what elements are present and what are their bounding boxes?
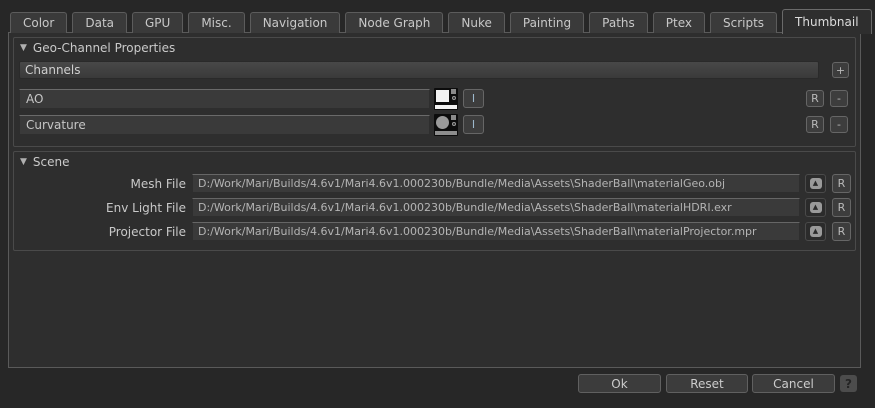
tab-painting[interactable]: Painting xyxy=(510,12,584,33)
tab-navigation[interactable]: Navigation xyxy=(250,12,341,33)
group-title: Geo-Channel Properties xyxy=(33,41,175,55)
group-geo-channel-properties: ▼ Geo-Channel Properties Channels + I R … xyxy=(13,37,856,147)
env-light-file-label: Env Light File xyxy=(14,201,186,215)
group-title: Scene xyxy=(33,155,70,169)
up-arrow-icon: ▲ xyxy=(813,204,818,211)
projector-file-input[interactable] xyxy=(192,222,800,241)
remove-channel-button[interactable]: - xyxy=(830,116,848,133)
channels-header-bar: Channels xyxy=(19,61,819,79)
up-arrow-icon: ▲ xyxy=(813,180,818,187)
color-swatch-button[interactable] xyxy=(434,88,458,110)
thumbnail-tab-pane: ▼ Geo-Channel Properties Channels + I R … xyxy=(8,32,861,368)
tab-misc[interactable]: Misc. xyxy=(188,12,244,33)
ok-button[interactable]: Ok xyxy=(578,374,661,393)
color-swatch-icon xyxy=(436,90,449,102)
tab-nuke[interactable]: Nuke xyxy=(448,12,505,33)
swatch-underline xyxy=(435,131,457,135)
tab-data[interactable]: Data xyxy=(72,12,127,33)
projector-file-label: Projector File xyxy=(14,225,186,239)
env-light-file-row: Env Light File ▲ R xyxy=(14,198,855,218)
reset-channel-button[interactable]: R xyxy=(806,90,824,107)
tab-node-graph[interactable]: Node Graph xyxy=(345,12,443,33)
browse-file-button[interactable]: ▲ xyxy=(805,198,826,217)
tab-color[interactable]: Color xyxy=(10,12,67,33)
load-file-icon: ▲ xyxy=(810,226,822,237)
up-arrow-icon: ▲ xyxy=(813,228,818,235)
help-icon[interactable]: ? xyxy=(840,375,857,392)
browse-file-button[interactable]: ▲ xyxy=(805,174,826,193)
reset-field-button[interactable]: R xyxy=(832,222,851,241)
channel-row-ao: I R - xyxy=(14,88,855,110)
swatch-ring-icon xyxy=(452,122,456,126)
remove-channel-button[interactable]: - xyxy=(830,90,848,107)
group-scene: ▼ Scene Mesh File ▲ R Env Light File ▲ R xyxy=(13,151,856,251)
browse-file-button[interactable]: ▲ xyxy=(805,222,826,241)
color-swatch-icon xyxy=(436,116,449,129)
tab-scripts[interactable]: Scripts xyxy=(710,12,777,33)
load-file-icon: ▲ xyxy=(810,202,822,213)
load-file-icon: ▲ xyxy=(810,178,822,189)
tab-gpu[interactable]: GPU xyxy=(132,12,183,33)
color-swatch-button[interactable] xyxy=(434,114,458,136)
reset-button[interactable]: Reset xyxy=(666,374,748,393)
env-light-file-input[interactable] xyxy=(192,198,800,217)
tab-thumbnail[interactable]: Thumbnail xyxy=(782,9,871,34)
swatch-ring-icon xyxy=(452,96,456,100)
channels-label: Channels xyxy=(25,63,81,77)
reset-channel-button[interactable]: R xyxy=(806,116,824,133)
mesh-file-row: Mesh File ▲ R xyxy=(14,174,855,194)
channel-name-input[interactable] xyxy=(19,115,430,135)
swatch-corner-icon xyxy=(451,89,456,94)
swatch-corner-icon xyxy=(451,115,456,120)
reset-field-button[interactable]: R xyxy=(832,198,851,217)
reset-field-button[interactable]: R xyxy=(832,174,851,193)
channel-name-input[interactable] xyxy=(19,89,430,109)
swatch-underline xyxy=(435,105,457,109)
collapse-triangle-icon[interactable]: ▼ xyxy=(20,157,27,167)
mesh-file-input[interactable] xyxy=(192,174,800,193)
projector-file-row: Projector File ▲ R xyxy=(14,222,855,242)
tab-paths[interactable]: Paths xyxy=(589,12,648,33)
mesh-file-label: Mesh File xyxy=(14,177,186,191)
scene-group-header[interactable]: ▼ Scene xyxy=(20,153,70,171)
geo-channel-group-header[interactable]: ▼ Geo-Channel Properties xyxy=(20,39,175,57)
tab-bar: Color Data GPU Misc. Navigation Node Gra… xyxy=(10,9,872,33)
preferences-dialog: Color Data GPU Misc. Navigation Node Gra… xyxy=(0,0,875,408)
collapse-triangle-icon[interactable]: ▼ xyxy=(20,43,27,53)
invert-button[interactable]: I xyxy=(463,89,484,108)
tab-ptex[interactable]: Ptex xyxy=(653,12,705,33)
add-channel-button[interactable]: + xyxy=(832,62,849,78)
cancel-button[interactable]: Cancel xyxy=(752,374,835,393)
channel-row-curvature: I R - xyxy=(14,114,855,136)
invert-button[interactable]: I xyxy=(463,115,484,134)
